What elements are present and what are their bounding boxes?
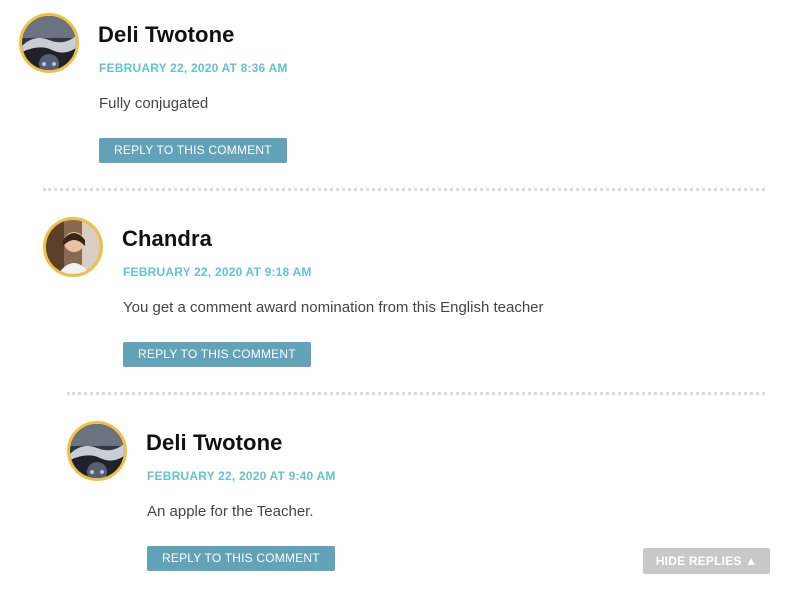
avatar-image xyxy=(70,424,124,478)
comment-text: You get a comment award nomination from … xyxy=(123,299,544,316)
avatar-chandra xyxy=(43,217,103,277)
reply-button[interactable]: REPLY TO THIS COMMENT xyxy=(99,138,287,163)
hide-replies-button[interactable]: HIDE REPLIES ▲ xyxy=(643,548,770,574)
reply-button[interactable]: REPLY TO THIS COMMENT xyxy=(123,342,311,367)
comment-divider xyxy=(43,188,765,191)
comment-author[interactable]: Deli Twotone xyxy=(98,22,234,48)
comment-author[interactable]: Deli Twotone xyxy=(146,430,282,456)
avatar-deli-twotone xyxy=(67,421,127,481)
avatar-deli-twotone xyxy=(19,13,79,73)
comment-text: Fully conjugated xyxy=(99,95,209,112)
avatar-image xyxy=(22,16,76,70)
comment-date[interactable]: FEBRUARY 22, 2020 AT 9:40 AM xyxy=(147,469,336,483)
comment-author[interactable]: Chandra xyxy=(122,226,212,252)
avatar-image xyxy=(46,220,100,274)
comment-date[interactable]: FEBRUARY 22, 2020 AT 8:36 AM xyxy=(99,61,288,75)
comment-text: An apple for the Teacher. xyxy=(147,503,314,520)
reply-button[interactable]: REPLY TO THIS COMMENT xyxy=(147,546,335,571)
comment-date[interactable]: FEBRUARY 22, 2020 AT 9:18 AM xyxy=(123,265,312,279)
comment-divider xyxy=(67,392,765,395)
